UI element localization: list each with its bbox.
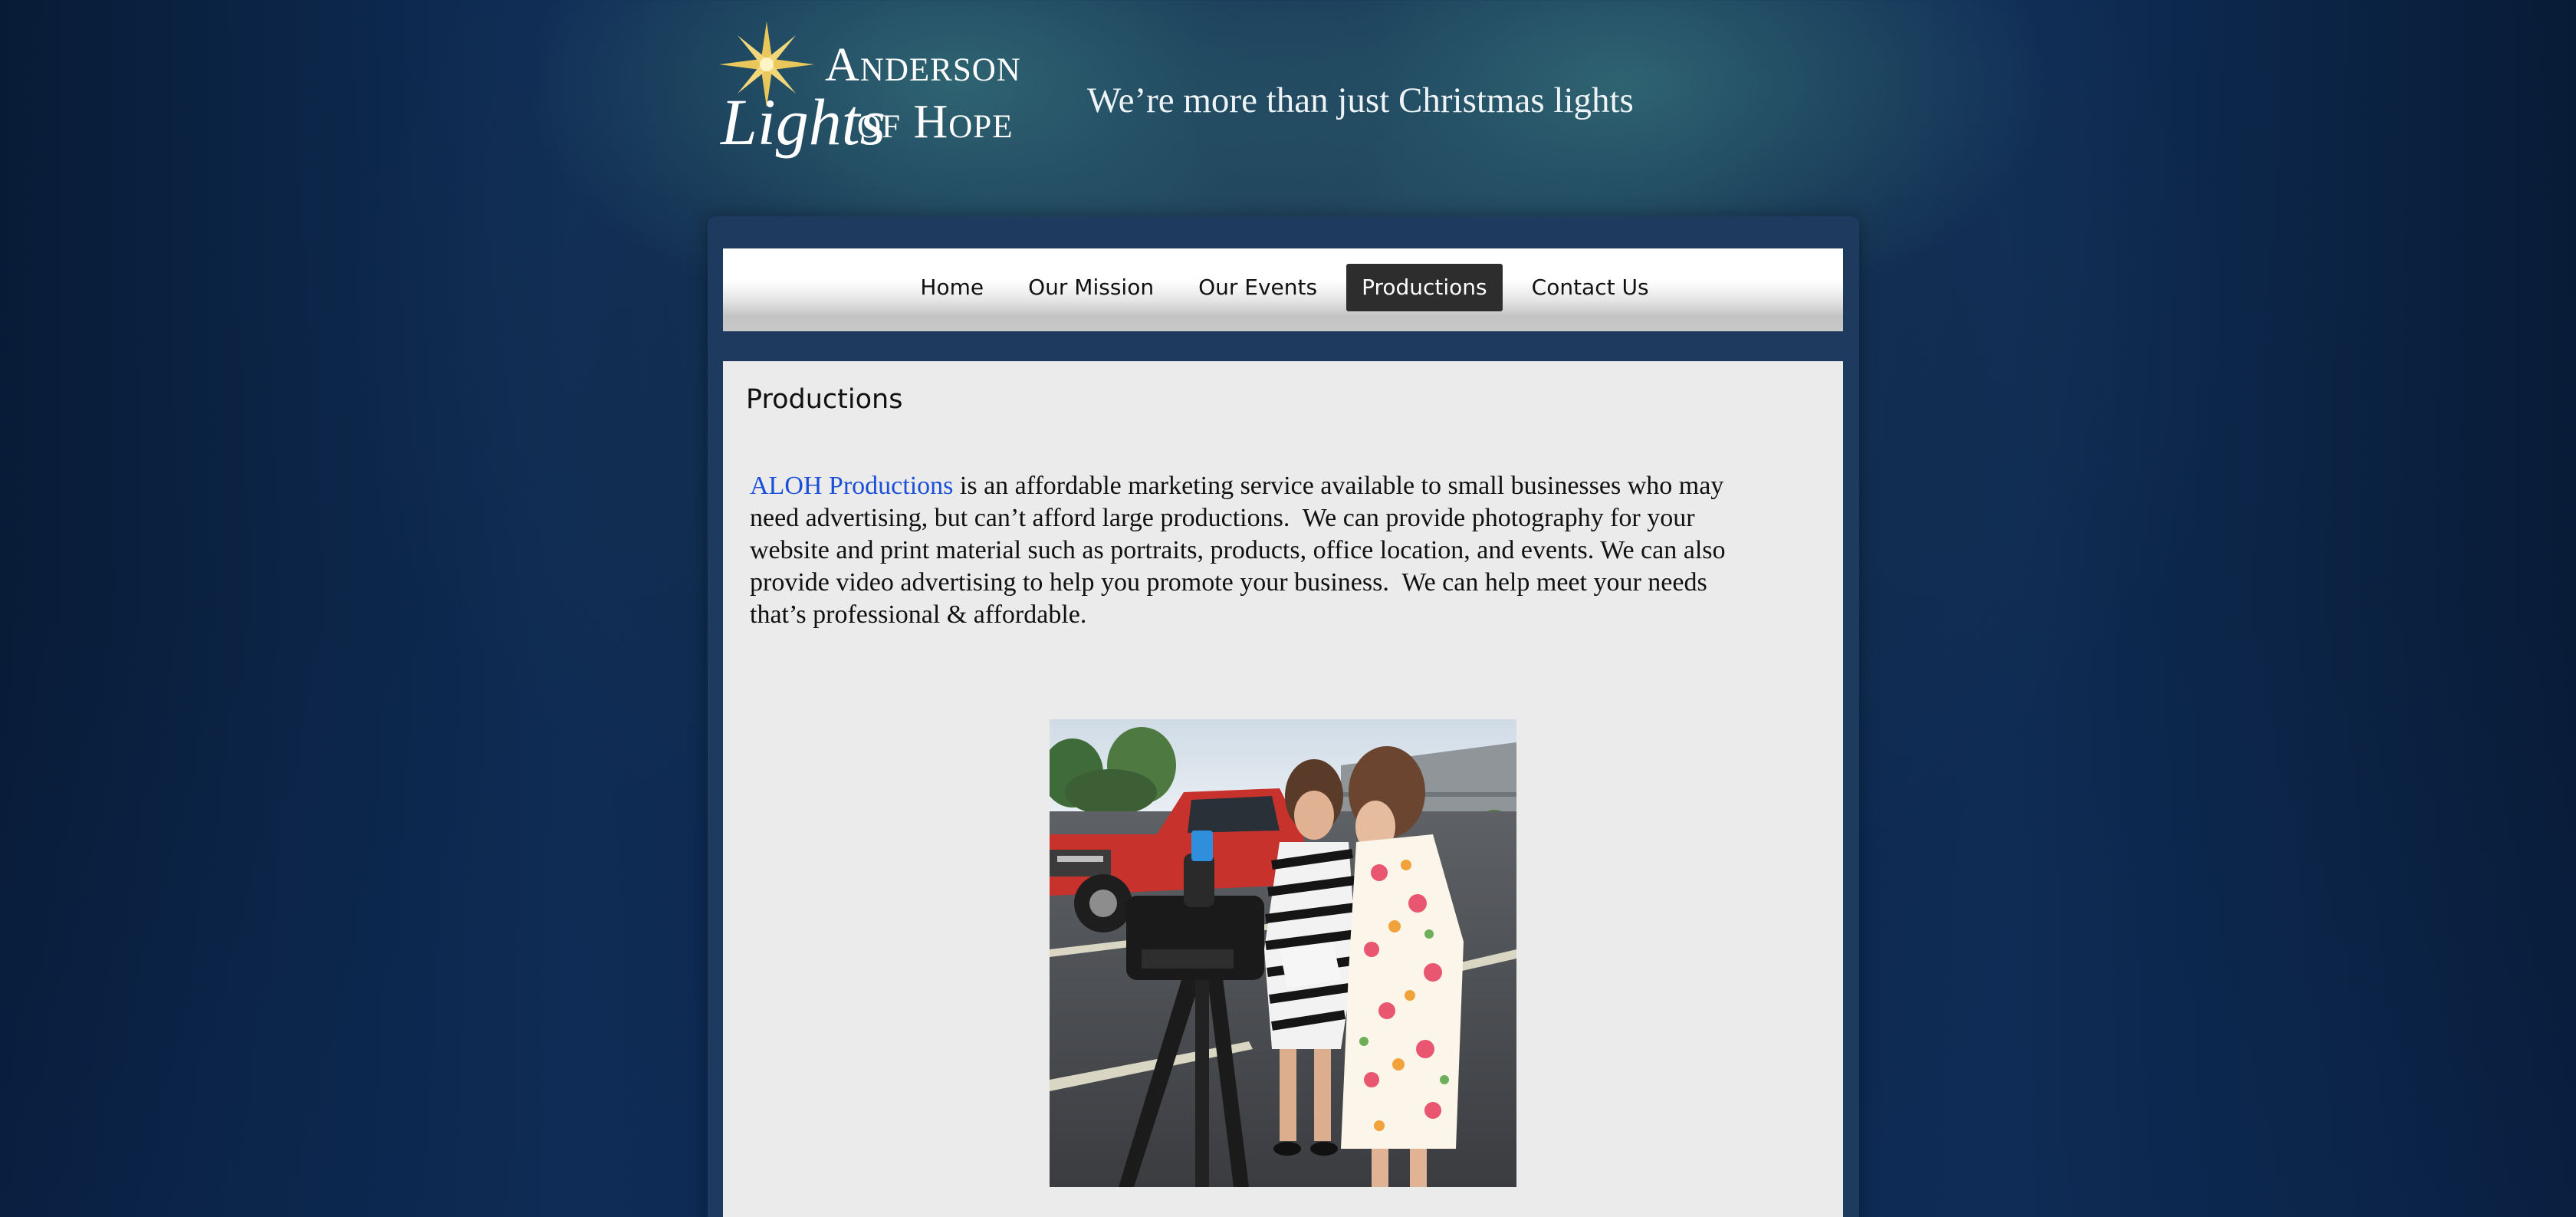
nav-list: Home Our Mission Our Events Productions …	[723, 264, 1843, 311]
nav-item-home[interactable]: Home	[905, 264, 999, 311]
site-header: Anderson Lights of Hope We’re more than …	[713, 15, 1863, 176]
nav-item-contact-us[interactable]: Contact Us	[1516, 264, 1664, 311]
nav-item-our-events[interactable]: Our Events	[1183, 264, 1332, 311]
page-title: Productions	[746, 384, 903, 415]
production-photo	[1050, 719, 1516, 1187]
nav-item-our-mission[interactable]: Our Mission	[1013, 264, 1169, 311]
description-text: is an affordable marketing service avail…	[953, 472, 1724, 500]
logo-word-of-hope: of Hope	[857, 96, 1014, 148]
description-line-3: website and print material such as portr…	[750, 536, 1726, 564]
main-content: Productions ALOH Productions is an affor…	[723, 361, 1843, 1217]
logo-word-anderson: Anderson	[825, 39, 1021, 91]
description-line-4: provide video advertising to help you pr…	[750, 568, 1707, 597]
nav-item-productions[interactable]: Productions	[1346, 264, 1503, 311]
description-line-2: need advertising, but can’t afford large…	[750, 504, 1695, 532]
main-navigation: Home Our Mission Our Events Productions …	[723, 248, 1843, 331]
productions-description: ALOH Productions is an affordable market…	[750, 470, 1823, 631]
photo-scene-icon	[1050, 719, 1516, 1187]
description-line-1: ALOH Productions is an affordable market…	[750, 470, 1823, 502]
aloh-productions-link[interactable]: ALOH Productions	[750, 472, 953, 500]
site-logo[interactable]: Anderson Lights of Hope	[715, 20, 1029, 173]
description-line-5: that’s professional & affordable.	[750, 600, 1087, 629]
site-tagline: We’re more than just Christmas lights	[1087, 81, 1634, 120]
